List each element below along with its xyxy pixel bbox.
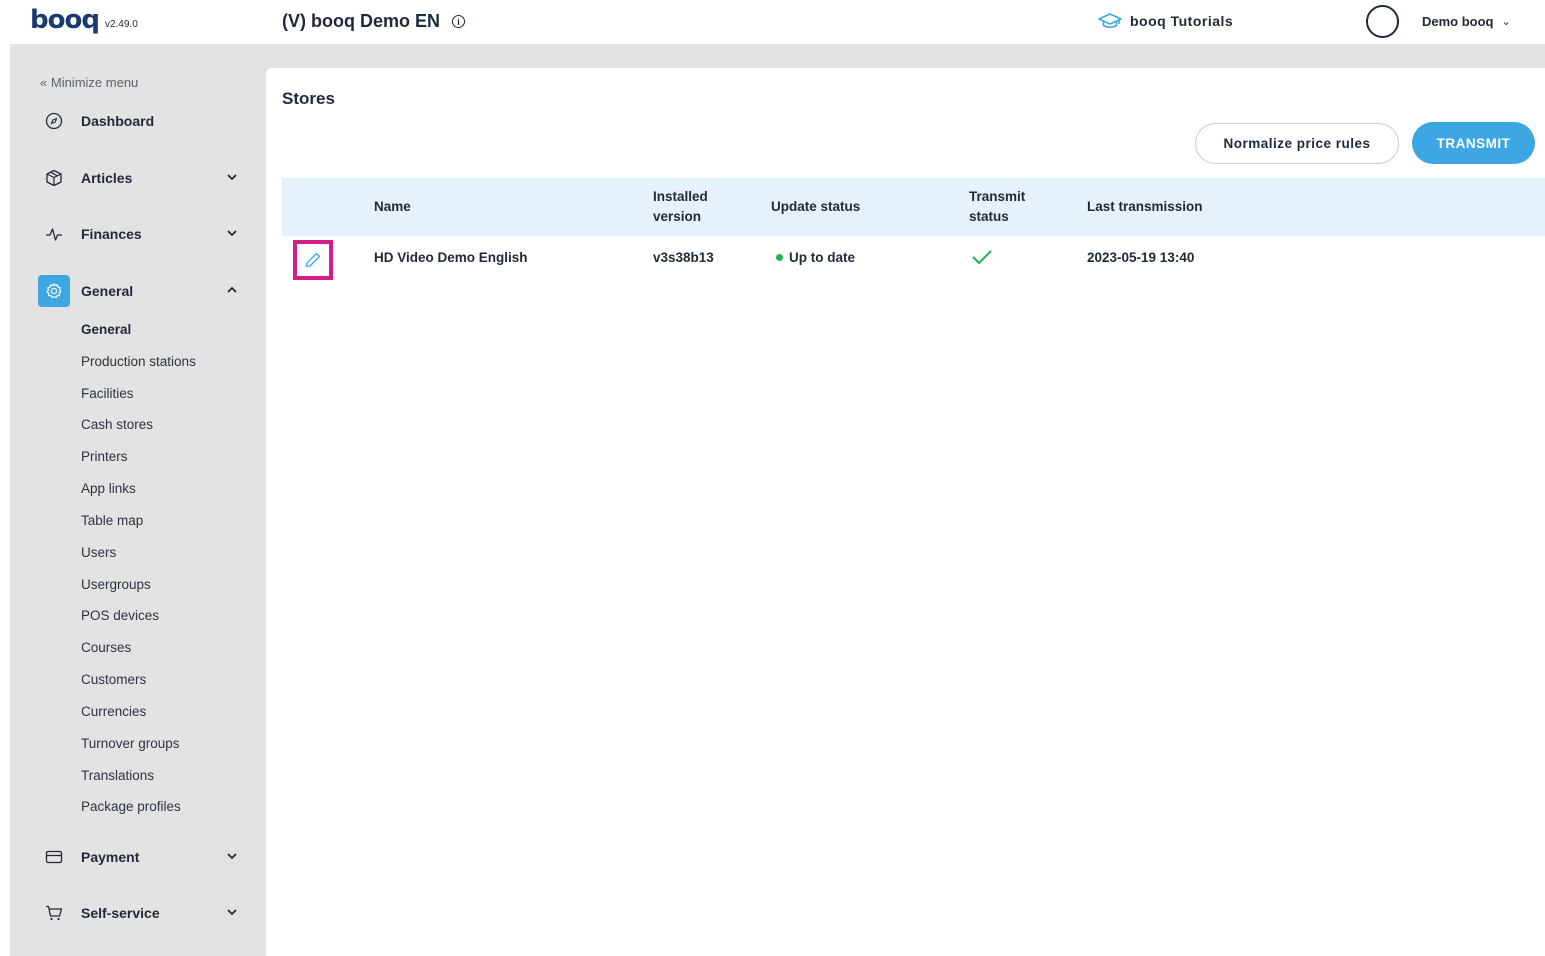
main-content: Stores Normalize price rules TRANSMIT Na… xyxy=(266,68,1545,956)
sidebar-subitem-translations[interactable]: Translations xyxy=(81,768,154,783)
column-header-line: version xyxy=(653,209,702,224)
avatar[interactable] xyxy=(1366,5,1399,38)
sidebar-item-finances[interactable]: Finances xyxy=(38,217,248,251)
sidebar-subitem-customers[interactable]: Customers xyxy=(81,672,146,687)
sidebar-subitem-users[interactable]: Users xyxy=(81,545,116,560)
sidebar-item-label: Dashboard xyxy=(81,113,155,129)
sidebar-item-label: General xyxy=(81,283,134,299)
compass-icon xyxy=(38,105,70,137)
transmit-status xyxy=(971,248,993,269)
edit-button[interactable] xyxy=(293,240,333,280)
sidebar-item-label: Payment xyxy=(81,849,140,865)
card-icon xyxy=(38,841,70,873)
column-header-installed-version[interactable]: Installed version xyxy=(653,187,708,227)
pencil-icon xyxy=(305,252,321,268)
sidebar-item-dashboard[interactable]: Dashboard xyxy=(38,104,248,138)
sidebar-subitem-printers[interactable]: Printers xyxy=(81,449,128,464)
booq-logo[interactable]: booq v2.49.0 xyxy=(30,6,138,34)
chevron-up-icon xyxy=(227,286,237,293)
chevron-down-icon: ⌄ xyxy=(1501,16,1511,28)
user-name: Demo booq xyxy=(1422,14,1494,29)
sidebar-item-self-service[interactable]: Self-service xyxy=(38,896,248,930)
sidebar-item-payment[interactable]: Payment xyxy=(38,840,248,874)
last-transmission: 2023-05-19 13:40 xyxy=(1087,250,1195,265)
sidebar-subitem-usergroups[interactable]: Usergroups xyxy=(81,577,151,592)
sidebar: « Minimize menu Dashboard Articles Finan… xyxy=(10,44,266,956)
venue-name: (V) booq Demo EN xyxy=(282,11,440,31)
top-bar: booq v2.49.0 (V) booq Demo EN i booq Tut… xyxy=(0,0,1545,44)
column-header-update-status[interactable]: Update status xyxy=(771,197,860,217)
check-icon xyxy=(972,250,992,265)
sidebar-subitem-courses[interactable]: Courses xyxy=(81,640,131,655)
sidebar-subitem-package-profiles[interactable]: Package profiles xyxy=(81,799,181,814)
store-name: HD Video Demo English xyxy=(374,250,528,265)
status-dot-icon xyxy=(776,253,783,261)
sidebar-item-articles[interactable]: Articles xyxy=(38,161,248,195)
gear-icon xyxy=(38,275,70,307)
chevron-down-icon xyxy=(227,853,237,860)
logo-wordmark: booq xyxy=(30,5,100,35)
table-row: HD Video Demo English v3s38b13 Up to dat… xyxy=(282,238,1545,280)
user-menu[interactable]: Demo booq ⌄ xyxy=(1366,5,1511,38)
installed-version: v3s38b13 xyxy=(653,250,714,265)
column-header-line: Installed xyxy=(653,189,708,204)
sidebar-subitem-app-links[interactable]: App links xyxy=(81,481,136,496)
pulse-icon xyxy=(38,218,70,250)
venue-selector[interactable]: (V) booq Demo EN i xyxy=(282,11,465,32)
sidebar-item-label: Self-service xyxy=(81,905,160,921)
sidebar-item-general[interactable]: General xyxy=(38,274,248,308)
sidebar-subitem-table-map[interactable]: Table map xyxy=(81,513,143,528)
sidebar-subitem-production-stations[interactable]: Production stations xyxy=(81,354,196,369)
chevron-down-icon xyxy=(227,174,237,181)
update-status: Up to date xyxy=(776,250,855,265)
column-header-transmit-status[interactable]: Transmit status xyxy=(969,187,1025,227)
sidebar-item-label: Finances xyxy=(81,226,142,242)
sidebar-subitem-general[interactable]: General xyxy=(81,322,131,337)
normalize-price-rules-button[interactable]: Normalize price rules xyxy=(1195,123,1399,164)
box-icon xyxy=(38,162,70,194)
graduation-cap-icon xyxy=(1098,13,1122,29)
sidebar-item-label: Articles xyxy=(81,170,133,186)
tutorials-link[interactable]: booq Tutorials xyxy=(1098,12,1233,30)
update-status-label: Up to date xyxy=(789,250,855,265)
app-version: v2.49.0 xyxy=(104,19,138,30)
chevron-down-icon xyxy=(227,909,237,916)
transmit-button[interactable]: TRANSMIT xyxy=(1412,122,1535,164)
tutorials-label: booq Tutorials xyxy=(1130,13,1234,29)
cart-icon xyxy=(38,897,70,929)
sidebar-subitem-currencies[interactable]: Currencies xyxy=(81,704,146,719)
column-header-name[interactable]: Name xyxy=(374,197,411,217)
sidebar-subitem-pos-devices[interactable]: POS devices xyxy=(81,608,159,623)
sidebar-subitem-facilities[interactable]: Facilities xyxy=(81,386,134,401)
column-header-line: Transmit xyxy=(969,189,1026,204)
minimize-menu-button[interactable]: « Minimize menu xyxy=(40,75,138,90)
sidebar-subitem-cash-stores[interactable]: Cash stores xyxy=(81,417,153,432)
double-chevron-left-icon: « xyxy=(40,75,48,90)
minimize-menu-label: Minimize menu xyxy=(50,75,139,90)
column-header-line: status xyxy=(969,209,1009,224)
page-title: Stores xyxy=(282,89,335,108)
sidebar-subitem-turnover-groups[interactable]: Turnover groups xyxy=(81,736,180,751)
column-header-last-transmission[interactable]: Last transmission xyxy=(1087,197,1203,217)
info-icon[interactable]: i xyxy=(452,15,465,28)
table-header: Name Installed version Update status Tra… xyxy=(282,178,1545,236)
chevron-down-icon xyxy=(227,230,237,237)
